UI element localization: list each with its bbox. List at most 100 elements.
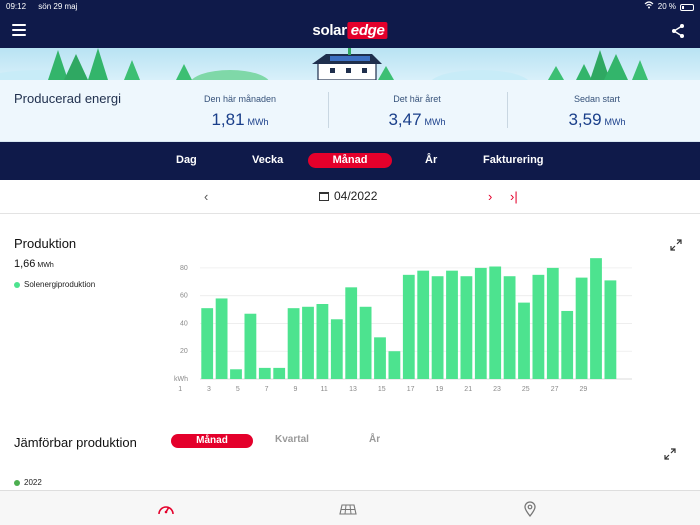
tab-dag[interactable]: Dag <box>176 154 197 166</box>
expand-chart-icon[interactable] <box>670 238 682 251</box>
bar-day-14 <box>388 351 401 379</box>
share-icon[interactable] <box>670 23 686 39</box>
x-tick-label: 7 <box>265 386 269 393</box>
bar-day-8 <box>302 306 314 379</box>
bar-day-15 <box>402 274 415 379</box>
period-tabs: Dag Vecka Månad År Fakturering <box>0 142 700 180</box>
tab-fakturering[interactable]: Fakturering <box>483 154 544 166</box>
x-tick-label: 1 <box>178 386 182 393</box>
bar-day-29 <box>604 280 617 379</box>
x-tick-label: 17 <box>407 386 415 393</box>
comparison-tab-kvartal[interactable]: Kvartal <box>275 434 309 445</box>
bar-day-9 <box>316 304 329 379</box>
x-tick-label: 3 <box>207 386 211 393</box>
bar-day-19 <box>460 276 473 379</box>
legend-dot <box>14 479 20 486</box>
last-period-icon[interactable]: ›| <box>510 189 518 204</box>
energy-summary-panel: Producerad energi Den här månaden 1,81 MW… <box>0 80 700 142</box>
bar-day-27 <box>575 277 588 379</box>
bar-day-11 <box>345 287 358 379</box>
location-pin-icon[interactable] <box>521 500 539 518</box>
x-tick-label: 15 <box>378 386 386 393</box>
solaredge-logo: solar edge <box>312 22 388 39</box>
comparison-tab-ar[interactable]: År <box>369 434 380 445</box>
y-tick-label: 80 <box>180 265 188 272</box>
summary-title: Producerad energi <box>14 91 121 106</box>
bar-day-18 <box>446 270 458 379</box>
y-tick-label: 20 <box>180 348 188 355</box>
stat-label: Den här månaden <box>203 94 277 104</box>
production-total: 1,66 MWh <box>14 258 54 270</box>
battery-percent: 20 % <box>657 2 676 11</box>
bar-day-23 <box>518 302 530 379</box>
status-time: 09:12 <box>6 2 27 11</box>
menu-icon[interactable] <box>12 24 26 36</box>
logo-text-edge: edge <box>347 22 388 39</box>
production-title: Produktion <box>14 236 77 251</box>
x-tick-label: 13 <box>349 386 357 393</box>
stat-since-start: Sedan start 3,59 MWh <box>512 94 682 130</box>
production-bar-chart: 20406080kWh1 3 5 7 9 11 13 15 17 19 21 23 25 27 29 <box>174 258 632 393</box>
production-legend: Solenergiproduktion <box>14 280 95 289</box>
bar-day-21 <box>489 266 502 379</box>
bar-day-4 <box>244 313 257 379</box>
bar-day-13 <box>374 337 386 379</box>
bar-day-6 <box>273 367 286 379</box>
wifi-icon <box>644 0 654 14</box>
bar-day-25 <box>546 267 559 379</box>
stat-label: Det här året <box>393 94 441 104</box>
tab-ar[interactable]: År <box>425 154 437 166</box>
x-tick-label: 21 <box>464 386 472 393</box>
y-axis-label: kWh <box>174 376 188 383</box>
bar-day-28 <box>590 258 602 379</box>
y-tick-label: 40 <box>180 320 188 327</box>
stat-unit: MWh <box>247 117 269 127</box>
bar-day-3 <box>230 369 242 379</box>
period-navigator: ‹ 04/2022 › ›| <box>0 180 700 214</box>
solar-panel-layout-icon[interactable] <box>339 500 357 518</box>
top-nav-bar: solar edge <box>0 14 700 48</box>
production-total-value: 1,66 <box>14 258 36 270</box>
bar-day-22 <box>503 276 516 379</box>
status-bar: 09:12 sön 29 maj 20 % <box>0 0 700 14</box>
bottom-tab-bar <box>0 490 700 525</box>
stat-label: Sedan start <box>573 94 621 104</box>
x-tick-label: 11 <box>321 386 328 393</box>
tab-manad[interactable]: Månad <box>308 153 392 168</box>
legend-label: 2022 <box>24 478 42 487</box>
bar-day-1 <box>201 308 214 379</box>
status-date: sön 29 maj <box>38 2 78 11</box>
period-label[interactable]: 04/2022 <box>334 189 377 203</box>
x-tick-label: 9 <box>293 386 297 393</box>
bar-day-26 <box>561 310 574 379</box>
x-tick-label: 5 <box>236 386 240 393</box>
previous-period-icon[interactable]: ‹ <box>204 189 208 204</box>
comparison-tab-manad[interactable]: Månad <box>171 434 253 448</box>
bar-day-12 <box>359 306 372 379</box>
logo-text-solar: solar <box>312 22 347 39</box>
dashboard-gauge-icon[interactable] <box>157 500 175 518</box>
bar-day-16 <box>417 270 430 379</box>
x-tick-label: 25 <box>522 386 530 393</box>
x-tick-label: 27 <box>551 386 559 393</box>
x-tick-label: 29 <box>580 386 588 393</box>
battery-icon <box>680 3 694 11</box>
divider <box>507 92 508 128</box>
stat-unit: MWh <box>604 117 626 127</box>
stat-unit: MWh <box>424 117 446 127</box>
stat-this-month: Den här månaden 1,81 MWh <box>155 94 325 130</box>
stat-this-year: Det här året 3,47 MWh <box>332 94 502 130</box>
x-tick-label: 23 <box>493 386 501 393</box>
comparison-title: Jämförbar produktion <box>14 435 137 450</box>
calendar-icon[interactable] <box>319 192 329 201</box>
bar-day-24 <box>532 274 545 379</box>
bar-day-20 <box>474 267 487 379</box>
expand-comparison-icon[interactable] <box>664 447 676 460</box>
stat-value: 3,47 <box>388 110 422 129</box>
stat-value: 3,59 <box>568 110 602 129</box>
tab-vecka[interactable]: Vecka <box>252 154 283 166</box>
bar-day-2 <box>215 298 228 379</box>
production-total-unit: MWh <box>37 262 54 269</box>
next-period-icon[interactable]: › <box>488 189 492 204</box>
legend-dot <box>14 281 20 288</box>
